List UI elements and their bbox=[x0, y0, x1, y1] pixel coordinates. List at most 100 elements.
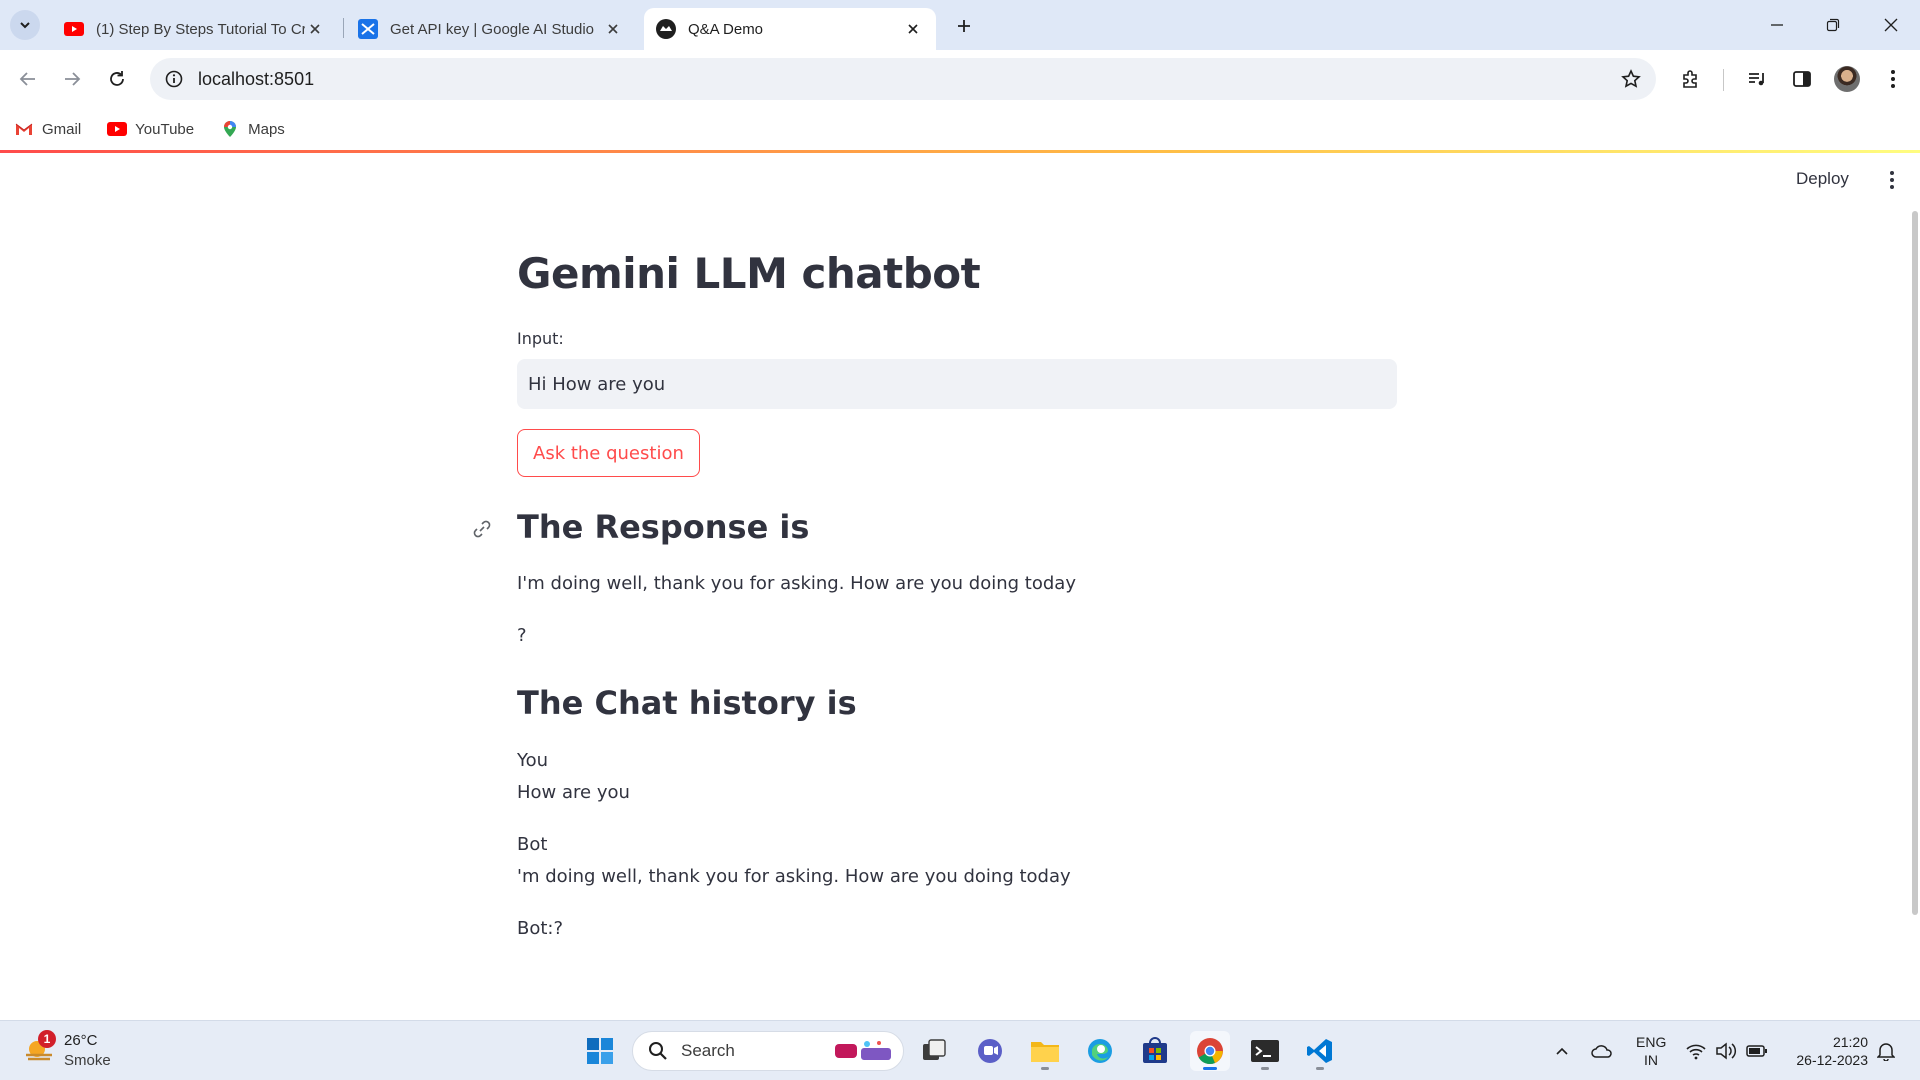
battery-icon[interactable] bbox=[1745, 1039, 1769, 1063]
language-region: IN bbox=[1644, 1052, 1658, 1068]
weather-condition: Smoke bbox=[64, 1052, 111, 1069]
history-tail: Bot:? bbox=[517, 918, 564, 939]
close-icon[interactable] bbox=[902, 18, 924, 40]
volume-icon[interactable] bbox=[1714, 1039, 1738, 1063]
task-view-icon bbox=[923, 1039, 946, 1060]
media-control-icon[interactable] bbox=[1742, 64, 1772, 94]
running-indicator bbox=[1203, 1067, 1217, 1070]
bookmark-gmail[interactable]: Gmail bbox=[14, 121, 81, 138]
maps-icon bbox=[220, 121, 240, 137]
reload-button[interactable] bbox=[101, 63, 133, 95]
windows-icon bbox=[587, 1038, 613, 1064]
chevron-down-icon bbox=[20, 22, 30, 29]
youtube-icon bbox=[107, 121, 128, 137]
back-button[interactable] bbox=[12, 63, 44, 95]
taskbar-chrome[interactable] bbox=[1190, 1031, 1230, 1071]
bookmark-label: Gmail bbox=[42, 120, 82, 138]
question-input[interactable]: Hi How are you bbox=[517, 359, 1397, 409]
url-text: localhost:8501 bbox=[198, 68, 315, 89]
tab-title: Get API key | Google AI Studio bbox=[390, 20, 595, 38]
reload-icon bbox=[110, 71, 124, 86]
notification-bell-icon[interactable] bbox=[1874, 1039, 1898, 1063]
taskbar-search[interactable]: Search bbox=[632, 1031, 904, 1071]
link-icon[interactable] bbox=[469, 516, 495, 542]
taskbar-terminal[interactable] bbox=[1245, 1031, 1285, 1071]
tab-ai-studio[interactable]: Get API key | Google AI Studio bbox=[346, 8, 636, 50]
app-page: Deploy Gemini LLM chatbot Input: Hi How … bbox=[0, 153, 1920, 1020]
response-text: I'm doing well, thank you for asking. Ho… bbox=[517, 573, 1076, 594]
terminal-icon bbox=[1251, 1040, 1279, 1062]
extensions-icon[interactable] bbox=[1676, 64, 1706, 94]
onedrive-icon[interactable] bbox=[1590, 1039, 1614, 1063]
close-icon[interactable] bbox=[602, 18, 624, 40]
forward-button[interactable] bbox=[56, 63, 88, 95]
system-clock[interactable]: 21:20 26-12-2023 bbox=[1782, 1033, 1868, 1069]
chevron-up-icon[interactable] bbox=[1550, 1039, 1574, 1063]
arrow-left-icon bbox=[19, 72, 35, 86]
bookmark-maps[interactable]: Maps bbox=[220, 121, 285, 138]
star-icon[interactable] bbox=[1620, 68, 1642, 90]
history-heading: The Chat history is bbox=[517, 684, 857, 722]
minimize-button[interactable] bbox=[1754, 8, 1800, 42]
edge-icon bbox=[1088, 1039, 1112, 1063]
browser-menu-icon[interactable] bbox=[1878, 64, 1908, 94]
restore-button[interactable] bbox=[1810, 8, 1856, 42]
running-indicator bbox=[1261, 1067, 1269, 1070]
search-icon bbox=[647, 1040, 669, 1062]
streamlit-icon bbox=[656, 19, 676, 39]
response-text: ? bbox=[517, 625, 527, 646]
close-window-button[interactable] bbox=[1868, 8, 1914, 42]
weather-widget[interactable]: 1 26°C Smoke bbox=[22, 1029, 142, 1073]
chrome-icon bbox=[1197, 1038, 1223, 1065]
close-icon[interactable] bbox=[305, 18, 326, 40]
folder-icon bbox=[1031, 1042, 1059, 1062]
language-indicator[interactable]: ENG IN bbox=[1636, 1033, 1666, 1069]
taskbar-teams[interactable] bbox=[970, 1031, 1010, 1071]
taskbar-store[interactable] bbox=[1135, 1031, 1175, 1071]
toolbar-divider bbox=[1723, 69, 1724, 91]
taskbar-edge[interactable] bbox=[1080, 1031, 1120, 1071]
store-icon bbox=[1143, 1037, 1167, 1063]
tab-search-button[interactable] bbox=[10, 10, 40, 40]
main-menu-button[interactable] bbox=[1880, 168, 1904, 192]
history-message: 'm doing well, thank you for asking. How… bbox=[517, 866, 1071, 887]
tab-title: Q&A Demo bbox=[688, 20, 764, 38]
clock-date: 26-12-2023 bbox=[1796, 1052, 1868, 1068]
tab-youtube[interactable]: (1) Step By Steps Tutorial To Create bbox=[52, 8, 338, 50]
history-message: How are you bbox=[517, 782, 630, 803]
gmail-icon bbox=[14, 121, 34, 137]
bookmark-youtube[interactable]: YouTube bbox=[107, 121, 194, 138]
new-tab-button[interactable] bbox=[950, 12, 978, 40]
close-icon bbox=[1884, 18, 1898, 32]
restore-icon bbox=[1826, 18, 1840, 32]
youtube-icon bbox=[64, 19, 84, 39]
info-icon[interactable] bbox=[164, 69, 184, 89]
more-vert-icon bbox=[1890, 171, 1894, 189]
tab-divider bbox=[343, 18, 344, 38]
ai-studio-icon bbox=[358, 19, 378, 39]
history-role: Bot bbox=[517, 834, 548, 855]
page-scrollbar[interactable] bbox=[1912, 211, 1918, 915]
address-bar[interactable]: localhost:8501 bbox=[150, 58, 1656, 100]
running-indicator bbox=[1316, 1067, 1324, 1070]
taskbar-task-view[interactable] bbox=[914, 1031, 954, 1071]
clock-time: 21:20 bbox=[1832, 1034, 1868, 1050]
taskbar-vscode[interactable] bbox=[1300, 1031, 1340, 1071]
tab-qa-demo[interactable]: Q&A Demo bbox=[644, 8, 936, 50]
history-role: You bbox=[517, 750, 549, 771]
wifi-icon[interactable] bbox=[1684, 1039, 1708, 1063]
notification-badge: 1 bbox=[38, 1030, 56, 1048]
ask-question-button[interactable]: Ask the question bbox=[517, 429, 700, 477]
chat-icon bbox=[978, 1039, 1002, 1063]
page-title: Gemini LLM chatbot bbox=[517, 249, 981, 298]
start-button[interactable] bbox=[580, 1031, 620, 1071]
bookmark-label: YouTube bbox=[135, 120, 195, 138]
taskbar-file-explorer[interactable] bbox=[1025, 1031, 1065, 1071]
tab-strip: (1) Step By Steps Tutorial To Create Get… bbox=[0, 0, 1920, 50]
weather-temp: 26°C bbox=[64, 1032, 98, 1049]
language-code: ENG bbox=[1636, 1034, 1667, 1050]
bookmarks-bar: Gmail YouTube Maps bbox=[0, 108, 1920, 150]
side-panel-icon[interactable] bbox=[1787, 64, 1817, 94]
deploy-button[interactable]: Deploy bbox=[1796, 169, 1849, 189]
profile-avatar[interactable] bbox=[1834, 66, 1860, 92]
